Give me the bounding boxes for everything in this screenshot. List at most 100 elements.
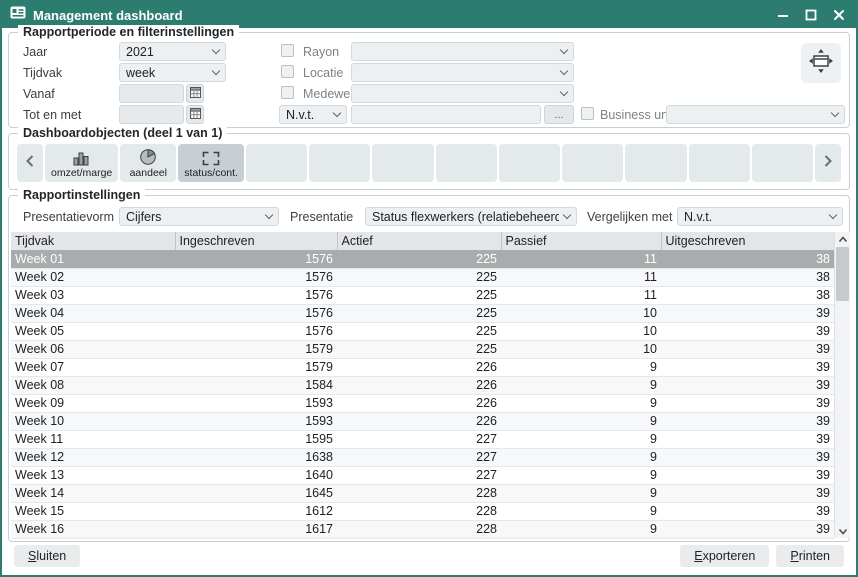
calendar-icon	[190, 87, 201, 101]
table-body: Week 0115762251138Week 0215762251138Week…	[11, 250, 834, 538]
table-row[interactable]: Week 0415762251039	[11, 304, 834, 322]
toolbar-button-status-cont[interactable]: status/cont.	[178, 144, 244, 182]
locatie-label: Locatie	[303, 66, 343, 80]
table-row[interactable]: Week 161617228939	[11, 520, 834, 538]
row-value-cell: 39	[661, 322, 834, 340]
table-row[interactable]: Week 071579226939	[11, 358, 834, 376]
column-header-actief[interactable]: Actief	[337, 232, 501, 250]
rayon-label: Rayon	[303, 45, 339, 59]
chevron-down-icon	[333, 109, 341, 117]
toolbar-button-omzet-marge[interactable]: omzet/marge	[45, 144, 118, 182]
row-value-cell: 225	[337, 286, 501, 304]
row-value-cell: 39	[661, 484, 834, 502]
row-value-cell: 38	[661, 286, 834, 304]
jaar-select[interactable]: 2021	[119, 42, 226, 61]
scroll-down-button[interactable]	[835, 524, 850, 538]
tijdvak-label: Tijdvak	[23, 66, 62, 80]
scroll-up-button[interactable]	[835, 232, 850, 246]
filters-group-title: Rapportperiode en filterinstellingen	[18, 25, 239, 39]
row-value-cell: 1579	[175, 340, 337, 358]
row-value-cell: 1595	[175, 430, 337, 448]
table-row[interactable]: Week 0615792251039	[11, 340, 834, 358]
row-value-cell: 39	[661, 430, 834, 448]
row-value-cell: 1638	[175, 448, 337, 466]
table-row[interactable]: Week 111595227939	[11, 430, 834, 448]
maximize-button[interactable]	[802, 6, 820, 24]
browse-button[interactable]: ...	[544, 105, 574, 124]
vergelijken-met-select[interactable]: N.v.t.	[677, 207, 843, 226]
row-value-cell: 1640	[175, 466, 337, 484]
row-value-cell: 39	[661, 502, 834, 520]
row-value-cell: 9	[501, 394, 661, 412]
filter-value-input[interactable]	[351, 105, 541, 124]
column-header-ingeschreven[interactable]: Ingeschreven	[175, 232, 337, 250]
chevron-down-icon	[563, 211, 571, 219]
tijdvak-select[interactable]: week	[119, 63, 226, 82]
table-row[interactable]: Week 0115762251138	[11, 250, 834, 268]
table-row[interactable]: Week 0215762251138	[11, 268, 834, 286]
jaar-label: Jaar	[23, 45, 47, 59]
row-tijdvak-cell: Week 13	[11, 466, 175, 484]
locatie-select[interactable]	[351, 63, 574, 82]
presentatievorm-label: Presentatievorm	[23, 210, 114, 224]
chevron-down-icon	[560, 88, 568, 96]
row-value-cell: 1576	[175, 304, 337, 322]
row-value-cell: 227	[337, 448, 501, 466]
row-value-cell: 11	[501, 250, 661, 268]
row-tijdvak-cell: Week 08	[11, 376, 175, 394]
printen-button[interactable]: Printen	[776, 545, 844, 567]
close-button[interactable]	[830, 6, 848, 24]
scrollbar-thumb[interactable]	[836, 247, 849, 301]
rayon-checkbox[interactable]	[281, 44, 294, 57]
table-row[interactable]: Week 091593226939	[11, 394, 834, 412]
row-tijdvak-cell: Week 16	[11, 520, 175, 538]
medewerker-select[interactable]	[351, 84, 574, 103]
table-row[interactable]: Week 081584226939	[11, 376, 834, 394]
window-position-button[interactable]	[801, 43, 841, 83]
row-value-cell: 225	[337, 322, 501, 340]
chevron-down-icon	[560, 46, 568, 54]
column-header-tijdvak[interactable]: Tijdvak	[11, 232, 175, 250]
business-unit-select[interactable]	[666, 105, 845, 124]
table-row[interactable]: Week 0315762251138	[11, 286, 834, 304]
table-row[interactable]: Week 141645228939	[11, 484, 834, 502]
row-tijdvak-cell: Week 09	[11, 394, 175, 412]
column-header-uitgeschreven[interactable]: Uitgeschreven	[661, 232, 834, 250]
vanaf-input[interactable]	[119, 84, 184, 103]
table-row[interactable]: Week 101593226939	[11, 412, 834, 430]
rayon-select[interactable]	[351, 42, 574, 61]
locatie-checkbox[interactable]	[281, 65, 294, 78]
exporteren-button[interactable]: Exporteren	[680, 545, 769, 567]
table-row[interactable]: Week 0515762251039	[11, 322, 834, 340]
table-row[interactable]: Week 151612228939	[11, 502, 834, 520]
presentatie-select[interactable]: Status flexwerkers (relatiebeheerder)	[365, 207, 577, 226]
presentatievorm-select[interactable]: Cijfers	[119, 207, 279, 226]
empty-toolbar-slot	[309, 144, 370, 182]
filter-type-select[interactable]: N.v.t.	[279, 105, 347, 124]
toolbar-button-aandeel[interactable]: aandeel	[120, 144, 176, 182]
row-tijdvak-cell: Week 02	[11, 268, 175, 286]
row-value-cell: 228	[337, 520, 501, 538]
table-row[interactable]: Week 121638227939	[11, 448, 834, 466]
row-value-cell: 39	[661, 394, 834, 412]
business-unit-checkbox[interactable]	[581, 107, 594, 120]
table-row[interactable]: Week 131640227939	[11, 466, 834, 484]
tot-en-met-calendar-button[interactable]	[186, 105, 204, 124]
row-tijdvak-cell: Week 10	[11, 412, 175, 430]
row-tijdvak-cell: Week 01	[11, 250, 175, 268]
toolbar-next-button[interactable]	[815, 144, 841, 182]
chevron-down-icon	[831, 109, 839, 117]
tot-en-met-input[interactable]	[119, 105, 184, 124]
vertical-scrollbar[interactable]	[834, 232, 850, 538]
presentatievorm-value: Cijfers	[126, 210, 161, 224]
vanaf-calendar-button[interactable]	[186, 84, 204, 103]
medewerker-checkbox[interactable]	[281, 86, 294, 99]
row-tijdvak-cell: Week 03	[11, 286, 175, 304]
minimize-button[interactable]	[774, 6, 792, 24]
sluiten-button[interactable]: Sluiten	[14, 545, 80, 567]
column-header-passief[interactable]: Passief	[501, 232, 661, 250]
management-dashboard-window: Management dashboard Rapportperiode en f…	[0, 0, 858, 577]
chevron-down-icon	[212, 46, 220, 54]
toolbar-previous-button[interactable]	[17, 144, 43, 182]
row-value-cell: 1579	[175, 358, 337, 376]
